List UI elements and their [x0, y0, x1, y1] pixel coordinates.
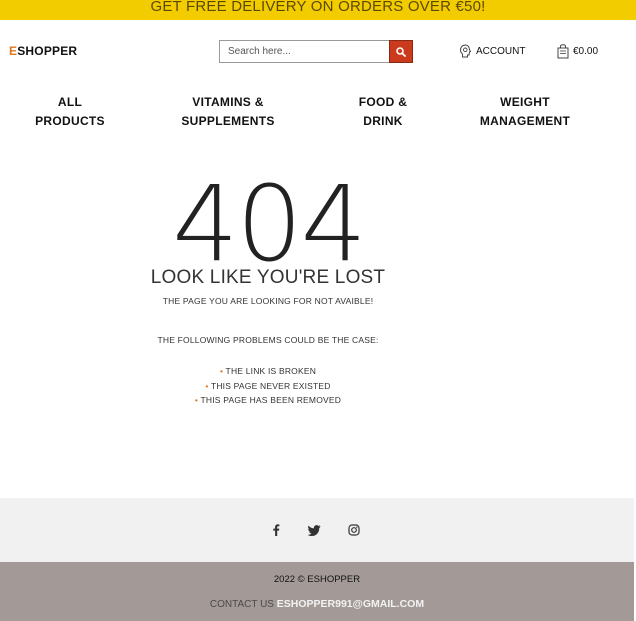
search-form	[219, 40, 413, 63]
nav-label-line2: DRINK	[363, 114, 403, 128]
account-link[interactable]: ACCOUNT	[459, 44, 525, 58]
site-footer: 2022 © ESHOPPER CONTACT US ESHOPPER991@G…	[0, 562, 634, 621]
nav-label-line2: SUPPLEMENTS	[181, 114, 275, 128]
nav-label-line1: ALL	[57, 95, 83, 109]
nav-item-weight-management[interactable]: WEIGHT MANAGEMENT	[478, 93, 572, 131]
problem-text: THIS PAGE HAS BEEN REMOVED	[200, 395, 342, 405]
instagram-icon	[348, 524, 360, 536]
account-label: ACCOUNT	[476, 45, 526, 57]
promo-banner: GET FREE DELIVERY ON ORDERS OVER €50!	[0, 0, 636, 20]
site-logo[interactable]: ESHOPPER	[9, 44, 77, 58]
magnifier-icon	[396, 46, 406, 57]
search-input[interactable]	[219, 40, 390, 63]
problems-list: • THE LINK IS BROKEN • THIS PAGE NEVER E…	[120, 364, 416, 408]
search-button[interactable]	[389, 40, 413, 63]
nav-label-line2: MANAGEMENT	[479, 114, 571, 128]
nav-item-all-products[interactable]: ALL PRODUCTS	[34, 93, 106, 131]
bullet-icon: •	[205, 380, 209, 391]
instagram-link[interactable]	[346, 522, 362, 538]
nav-item-food-drink[interactable]: FOOD & DRINK	[352, 93, 414, 131]
logo-rest: SHOPPER	[17, 44, 78, 58]
contact-label: CONTACT US	[209, 599, 274, 610]
cart-link[interactable]: €0.00	[556, 44, 598, 59]
social-bar	[0, 498, 634, 562]
bullet-icon: •	[194, 395, 199, 405]
copyright-text: 2022 © ESHOPPER	[273, 574, 361, 585]
list-item: • THIS PAGE NEVER EXISTED	[120, 379, 416, 394]
nav-label-line1: WEIGHT	[500, 95, 550, 109]
promo-text: GET FREE DELIVERY ON ORDERS OVER €50!	[150, 0, 486, 15]
problem-text: THIS PAGE NEVER EXISTED	[210, 380, 331, 391]
nav-label-line1: FOOD &	[358, 95, 408, 109]
logo-first-letter: E	[9, 44, 18, 58]
bullet-icon: •	[219, 366, 224, 376]
site-header: ESHOPPER ACCOUNT €0.00	[0, 20, 636, 82]
list-item: • THIS PAGE HAS BEEN REMOVED	[120, 393, 416, 408]
facebook-link[interactable]	[268, 522, 284, 538]
nav-item-vitamins-supplements[interactable]: VITAMINS & SUPPLEMENTS	[178, 93, 278, 131]
main-nav: ALL PRODUCTS VITAMINS & SUPPLEMENTS FOOD…	[0, 93, 636, 133]
list-item: • THE LINK IS BROKEN	[120, 364, 416, 379]
twitter-link[interactable]	[306, 522, 322, 538]
problem-text: THE LINK IS BROKEN	[225, 366, 317, 376]
cart-icon	[557, 44, 569, 59]
cart-total: €0.00	[573, 46, 599, 57]
account-icon	[459, 44, 472, 58]
error-subtitle: THE PAGE YOU ARE LOOKING FOR NOT AVAIBLE…	[162, 296, 374, 306]
twitter-icon	[307, 524, 320, 536]
problems-heading: THE FOLLOWING PROBLEMS COULD BE THE CASE…	[157, 335, 379, 345]
contact-line: CONTACT US ESHOPPER991@GMAIL.COM	[0, 598, 634, 610]
error-code: 404	[172, 163, 367, 285]
nav-label-line2: PRODUCTS	[35, 114, 105, 128]
error-title: LOOK LIKE YOU'RE LOST	[150, 267, 386, 288]
nav-label-line1: VITAMINS &	[192, 95, 264, 109]
contact-email-link[interactable]: ESHOPPER991@GMAIL.COM	[277, 598, 424, 610]
facebook-icon	[273, 524, 280, 536]
